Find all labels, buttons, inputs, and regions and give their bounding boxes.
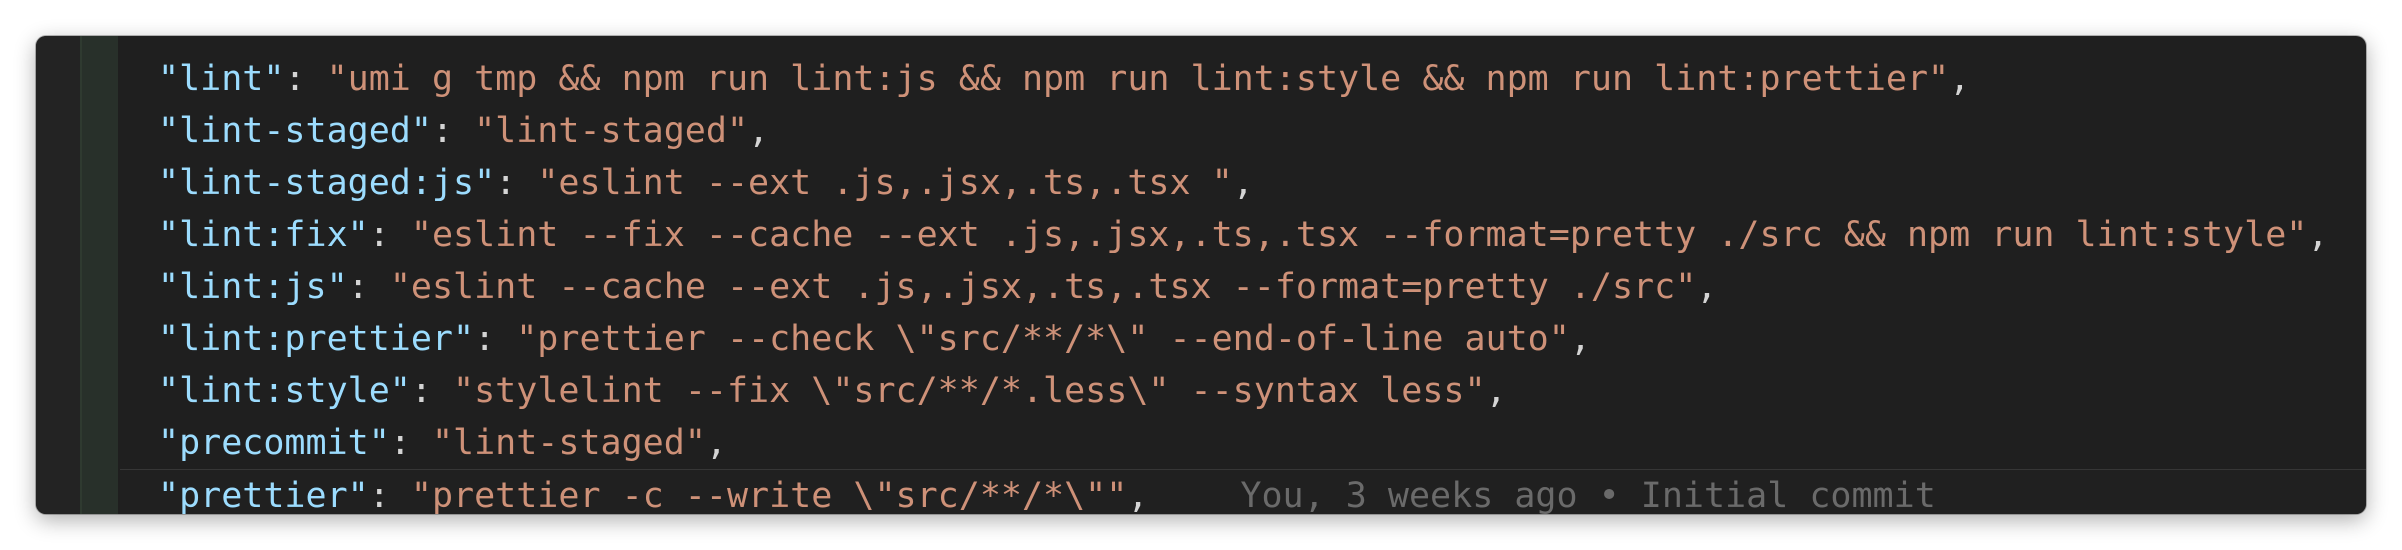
json-separator: : <box>495 163 538 203</box>
json-key: "lint:style" <box>158 371 411 411</box>
json-string-value: "lint-staged" <box>474 111 749 151</box>
json-separator: : <box>347 267 390 307</box>
json-comma: , <box>1696 267 1718 307</box>
json-string-value: "eslint --cache --ext .js,.jsx,.ts,.tsx … <box>389 267 1697 307</box>
json-string-value: "eslint --fix --cache --ext .js,.jsx,.ts… <box>410 215 2308 255</box>
json-key: "precommit" <box>158 423 390 463</box>
json-comma: , <box>1127 476 1149 514</box>
code-line[interactable]: "lint": "umi g tmp && npm run lint:js &&… <box>120 53 2366 105</box>
json-string-value: "lint-staged" <box>431 423 706 463</box>
code-line-current[interactable]: "prettier": "prettier -c --write \"src/*… <box>120 469 2366 514</box>
json-key: "lint" <box>158 59 285 99</box>
code-line[interactable]: "lint:prettier": "prettier --check \"src… <box>120 313 2366 365</box>
code-line[interactable]: "precommit": "lint-staged", <box>120 417 2366 469</box>
code-line[interactable]: "lint:js": "eslint --cache --ext .js,.js… <box>120 261 2366 313</box>
line-number-gutter <box>36 36 80 514</box>
json-string-value: "umi g tmp && npm run lint:js && npm run… <box>326 59 1950 99</box>
json-separator: : <box>410 371 454 411</box>
json-string-value: "stylelint --fix \"src/**/*.less\" --syn… <box>453 371 1486 411</box>
json-string-value: "prettier --check \"src/**/*\" --end-of-… <box>516 319 1570 359</box>
json-key: "lint:js" <box>158 267 348 307</box>
json-comma: , <box>1485 371 1507 411</box>
json-string-value: "eslint --ext .js,.jsx,.ts,.tsx " <box>537 163 1233 203</box>
editor-text-area[interactable]: "lint": "umi g tmp && npm run lint:js &&… <box>120 36 2366 514</box>
code-line[interactable]: "lint:fix": "eslint --fix --cache --ext … <box>120 209 2366 261</box>
json-separator: : <box>284 59 327 99</box>
json-comma: , <box>2307 215 2329 255</box>
code-line[interactable]: "lint-staged:js": "eslint --ext .js,.jsx… <box>120 157 2366 209</box>
json-comma: , <box>705 423 727 463</box>
json-comma: , <box>1232 163 1254 203</box>
json-separator: : <box>389 423 432 463</box>
json-separator: : <box>474 319 517 359</box>
json-key: "lint:prettier" <box>158 319 475 359</box>
json-key: "lint:fix" <box>158 215 369 255</box>
json-key: "lint-staged:js" <box>158 163 496 203</box>
code-line[interactable]: "lint-staged": "lint-staged", <box>120 105 2366 157</box>
json-separator: : <box>368 476 411 514</box>
git-change-gutter <box>80 36 118 514</box>
git-blame-annotation: You, 3 weeks ago • Initial commit <box>1240 476 1936 514</box>
json-separator: : <box>368 215 411 255</box>
json-string-value: "prettier -c --write \"src/**/*\"" <box>410 476 1128 514</box>
code-editor-window: "lint": "umi g tmp && npm run lint:js &&… <box>36 36 2366 514</box>
json-separator: : <box>431 111 475 151</box>
json-key: "prettier" <box>158 476 369 514</box>
json-comma: , <box>748 111 770 151</box>
code-line[interactable]: "lint:style": "stylelint --fix \"src/**/… <box>120 365 2366 417</box>
json-comma: , <box>1949 59 1971 99</box>
json-comma: , <box>1569 319 1591 359</box>
json-key: "lint-staged" <box>158 111 432 151</box>
